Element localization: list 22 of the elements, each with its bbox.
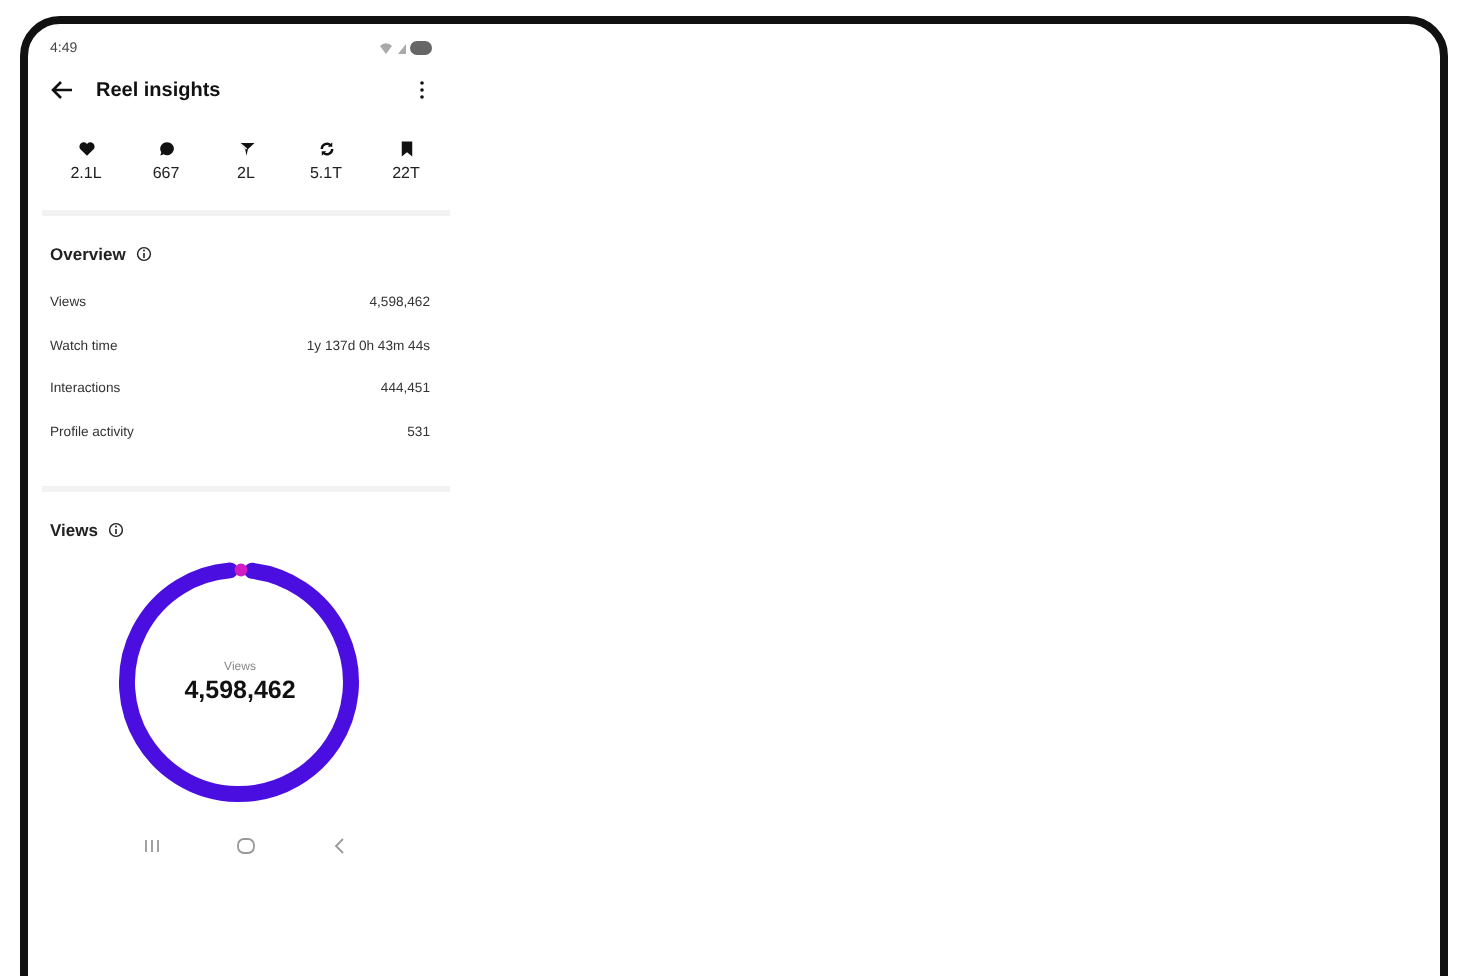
back-nav-icon[interactable] [329, 836, 350, 856]
comment-icon [157, 140, 175, 158]
home-icon[interactable] [235, 836, 256, 856]
page-title: Reel insights [96, 79, 223, 101]
recent-apps-icon[interactable] [142, 836, 163, 856]
back-icon[interactable] [50, 80, 74, 100]
share-icon [237, 140, 255, 158]
stat-value: 2.1L [70, 164, 102, 182]
info-icon[interactable] [135, 246, 152, 262]
status-icons [378, 40, 434, 56]
heart-icon [77, 140, 95, 158]
stat-value: 667 [152, 164, 180, 182]
bookmark-icon [397, 140, 415, 158]
stat-value: 22T [392, 164, 420, 182]
info-icon[interactable] [107, 522, 124, 538]
section-title: Overview [50, 244, 126, 264]
chart-total: 4,598,462 [184, 675, 296, 703]
repost-icon [317, 140, 335, 158]
more-icon[interactable] [418, 80, 426, 100]
section-title: Views [50, 520, 98, 540]
stat-value: 5.1T [309, 164, 342, 182]
stat-value: 2L [237, 164, 255, 182]
